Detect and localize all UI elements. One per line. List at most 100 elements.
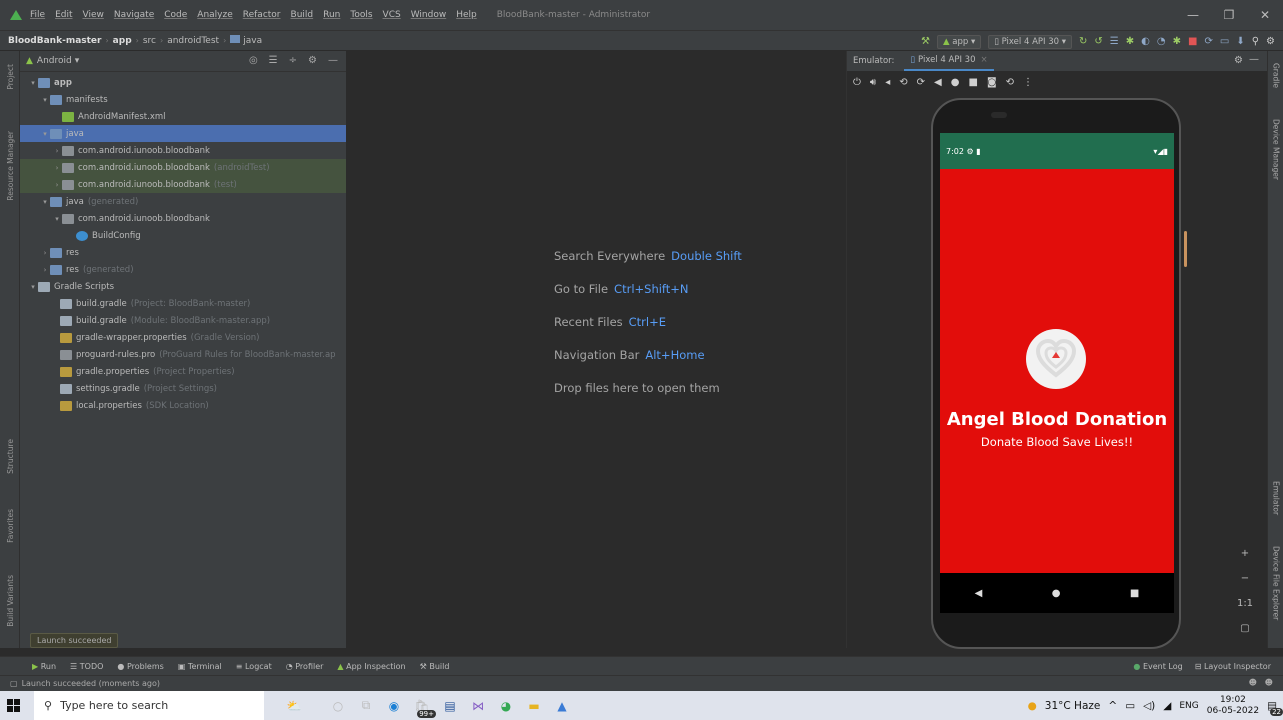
phone-side-button[interactable] xyxy=(1184,231,1187,267)
chevron-down-icon[interactable]: ▾ xyxy=(40,96,50,104)
gradle-tab[interactable]: Gradle xyxy=(1268,63,1283,88)
device-manager-icon[interactable]: ▭ xyxy=(1220,36,1229,47)
back-icon[interactable]: ◀ xyxy=(934,77,942,88)
news-widget-icon[interactable]: ⛅ xyxy=(264,691,324,720)
phone-screen[interactable]: 7:02 ⚙ ▮ ▾◢▮ Angel Blood Donation Donate… xyxy=(940,133,1174,613)
minimize-button[interactable]: — xyxy=(1175,8,1211,22)
tree-item-res-generated[interactable]: › res (generated) xyxy=(20,261,346,278)
window-icon[interactable]: ▢ xyxy=(10,679,18,688)
chevron-right-icon[interactable]: › xyxy=(52,147,62,155)
rotate-left-icon[interactable]: ⟲ xyxy=(899,77,907,88)
chevron-down-icon[interactable]: ▾ xyxy=(52,215,62,223)
store-icon[interactable]: 🛍︎ 99+ xyxy=(408,691,436,720)
language-indicator[interactable]: ENG xyxy=(1179,701,1198,711)
menu-view[interactable]: View xyxy=(83,10,104,20)
menu-navigate[interactable]: Navigate xyxy=(114,10,154,20)
menu-help[interactable]: Help xyxy=(456,10,477,20)
favorites-tab[interactable]: Favorites xyxy=(0,501,20,551)
power-icon[interactable]: ⏻ xyxy=(853,77,861,88)
menu-analyze[interactable]: Analyze xyxy=(197,10,232,20)
locate-icon[interactable]: ◎ xyxy=(249,55,258,66)
notification-center-icon[interactable]: ▤ 22 xyxy=(1267,700,1283,716)
chevron-down-icon[interactable]: ▾ xyxy=(28,79,38,87)
apply-changes-icon[interactable]: ↻ xyxy=(1079,36,1087,47)
gear-icon[interactable]: ⚙ xyxy=(1234,55,1243,66)
breadcrumb-src[interactable]: src xyxy=(143,36,156,46)
profiler-tab[interactable]: ◔ Profiler xyxy=(286,662,324,671)
todo-tab[interactable]: ☰ TODO xyxy=(70,662,103,671)
debug-icon[interactable]: ✱ xyxy=(1126,36,1134,47)
tree-item-java-generated[interactable]: ▾ java (generated) xyxy=(20,193,346,210)
chevron-down-icon[interactable]: ▾ xyxy=(75,56,80,66)
tree-item-gradle-properties[interactable]: gradle.properties (Project Properties) xyxy=(20,363,346,380)
maximize-button[interactable]: ❐ xyxy=(1211,8,1247,22)
menu-tools[interactable]: Tools xyxy=(350,10,372,20)
expand-all-icon[interactable]: ☰ xyxy=(269,55,278,66)
menu-code[interactable]: Code xyxy=(164,10,187,20)
task-view-icon[interactable]: ⧉ xyxy=(352,691,380,720)
project-view-selector[interactable]: Android xyxy=(37,56,72,66)
emulator-tab[interactable]: Emulator xyxy=(1268,481,1283,515)
hide-icon[interactable]: — xyxy=(1249,54,1259,65)
menu-edit[interactable]: Edit xyxy=(55,10,72,20)
volume-down-icon[interactable]: ◂ xyxy=(885,77,890,88)
overview-icon[interactable]: ■ xyxy=(968,77,977,88)
device-manager-tab[interactable]: Device Manager xyxy=(1268,119,1283,180)
chevron-down-icon[interactable]: ▾ xyxy=(40,198,50,206)
file-explorer-icon[interactable]: ▬ xyxy=(520,691,548,720)
tree-item-package[interactable]: › com.android.iunoob.bloodbank xyxy=(20,142,346,159)
tree-item-package-androidtest[interactable]: › com.android.iunoob.bloodbank (androidTes… xyxy=(20,159,346,176)
tree-item-androidmanifest[interactable]: AndroidManifest.xml xyxy=(20,108,346,125)
menu-vcs[interactable]: VCS xyxy=(383,10,401,20)
home-icon[interactable]: ● xyxy=(1052,588,1061,599)
zoom-fit-button[interactable]: ▢ xyxy=(1240,623,1249,634)
build-tab[interactable]: ⚒ Build xyxy=(420,662,450,671)
feedback-icon[interactable]: ☻ xyxy=(1265,678,1273,687)
chrome-icon[interactable]: ◕ xyxy=(492,691,520,720)
chevron-right-icon[interactable]: › xyxy=(40,266,50,274)
build-variants-tab[interactable]: Build Variants xyxy=(0,571,20,631)
device-dropdown[interactable]: ▯ Pixel 4 API 30 ▾ xyxy=(988,34,1073,49)
structure-tab[interactable]: Structure xyxy=(0,431,20,481)
word-icon[interactable]: ▤ xyxy=(436,691,464,720)
terminal-tab[interactable]: ▣ Terminal xyxy=(178,662,222,671)
tree-item-gradle-scripts[interactable]: ▾ Gradle Scripts xyxy=(20,278,346,295)
app-splash-screen[interactable]: Angel Blood Donation Donate Blood Save L… xyxy=(940,169,1174,573)
breadcrumb-app[interactable]: app xyxy=(113,36,132,46)
edge-icon[interactable]: ◉ xyxy=(380,691,408,720)
chevron-right-icon[interactable]: › xyxy=(52,181,62,189)
chevron-up-icon[interactable]: ^ xyxy=(1108,700,1117,712)
visual-studio-icon[interactable]: ⋈ xyxy=(464,691,492,720)
tree-item-build-gradle-project[interactable]: build.gradle (Project: BloodBank-master) xyxy=(20,295,346,312)
clock[interactable]: 19:02 06-05-2022 xyxy=(1207,695,1259,717)
profile-icon[interactable]: ◔ xyxy=(1157,36,1166,47)
layout-inspector-tab[interactable]: ⊟ Layout Inspector xyxy=(1195,662,1271,671)
close-icon[interactable]: × xyxy=(980,55,987,65)
list-icon[interactable]: ☰ xyxy=(1110,36,1119,47)
sync-gradle-icon[interactable]: ⟳ xyxy=(1204,36,1212,47)
home-icon[interactable]: ● xyxy=(951,77,960,88)
gear-icon[interactable]: ⚙ xyxy=(308,55,317,66)
volume-up-icon[interactable]: 🔊︎ xyxy=(870,77,876,88)
stop-icon[interactable]: ■ xyxy=(1188,36,1197,47)
tree-item-app[interactable]: ▾ app xyxy=(20,74,346,91)
zoom-out-button[interactable]: − xyxy=(1241,573,1249,584)
menu-build[interactable]: Build xyxy=(291,10,314,20)
event-log-tab[interactable]: ● Event Log xyxy=(1133,662,1182,671)
menu-file[interactable]: File xyxy=(30,10,45,20)
tree-item-package-generated[interactable]: ▾ com.android.iunoob.bloodbank xyxy=(20,210,346,227)
collapse-all-icon[interactable]: ÷ xyxy=(289,55,297,66)
chevron-down-icon[interactable]: ▾ xyxy=(40,130,50,138)
breadcrumb-project[interactable]: BloodBank-master xyxy=(8,36,101,46)
windows-start-icon[interactable] xyxy=(0,691,28,720)
app-inspection-tab[interactable]: ▲ App Inspection xyxy=(337,662,405,671)
network-icon[interactable]: ◢ xyxy=(1163,700,1171,712)
settings-gear-icon[interactable]: ⚙ xyxy=(1266,36,1275,47)
more-icon[interactable]: ⋮ xyxy=(1023,77,1033,88)
device-file-explorer-tab[interactable]: Device File Explorer xyxy=(1268,546,1283,620)
search-icon[interactable]: ⚲ xyxy=(1252,36,1259,47)
menu-refactor[interactable]: Refactor xyxy=(243,10,281,20)
tree-item-gradle-wrapper[interactable]: gradle-wrapper.properties (Gradle Version… xyxy=(20,329,346,346)
back-icon[interactable]: ◀ xyxy=(975,588,983,599)
tree-item-package-test[interactable]: › com.android.iunoob.bloodbank (test) xyxy=(20,176,346,193)
